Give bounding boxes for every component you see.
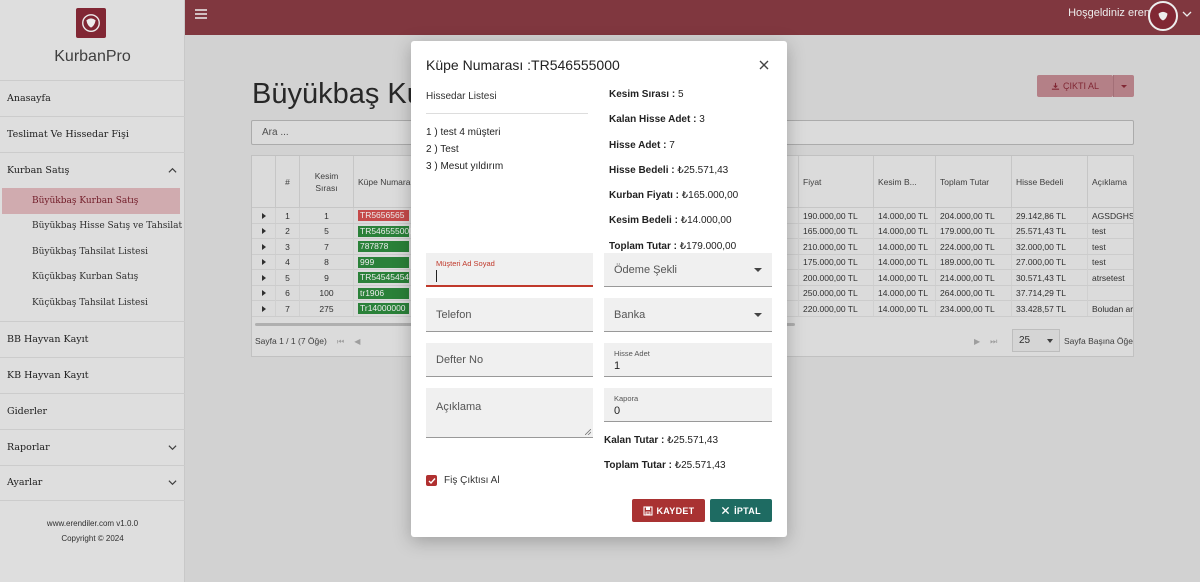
odeme-sekli-select[interactable]: Ödeme Şekli — [604, 253, 772, 287]
field-label: Müşteri Ad Soyad — [436, 259, 495, 268]
hissedar-list: 1 ) test 4 müşteri 2 ) Test 3 ) Mesut yı… — [426, 124, 503, 175]
telefon-input[interactable]: Telefon — [426, 298, 593, 332]
defter-no-input[interactable]: Defter No — [426, 343, 593, 377]
sum-label: Kalan Tutar : — [604, 435, 665, 446]
floppy-save-icon — [642, 505, 653, 516]
cancel-button[interactable]: İPTAL — [710, 499, 772, 522]
field-label: Hisse Adet — [614, 349, 650, 358]
kalan-tutar: Kalan Tutar : ₺25.571,43 — [604, 435, 718, 446]
save-button[interactable]: KAYDET — [632, 499, 705, 522]
field-label: Açıklama — [436, 401, 482, 413]
field-label: Kapora — [614, 394, 639, 403]
fis-checkbox[interactable] — [426, 475, 437, 486]
list-item: 2 ) Test — [426, 144, 459, 155]
info-label: Toplam Tutar : — [609, 240, 677, 252]
info-label: Kalan Hisse Adet : — [609, 114, 697, 126]
info-value: ₺165.000,00 — [681, 190, 739, 202]
field-label: Ödeme Şekli — [614, 264, 677, 276]
cancel-label: İPTAL — [734, 505, 761, 516]
info-value: 7 — [669, 139, 675, 151]
check-icon — [428, 477, 436, 484]
fis-checkbox-label[interactable]: Fiş Çıktısı Al — [444, 475, 500, 486]
info-hisse-bedeli: Hisse Bedeli : ₺25.571,43 — [609, 165, 738, 190]
modal-title: Küpe Numarası :TR546555000 — [426, 57, 620, 73]
field-value: 1 — [614, 360, 621, 372]
kurban-info: Kesim Sırası : 5 Kalan Hisse Adet : 3 Hi… — [609, 89, 738, 266]
sum-value: ₺25.571,43 — [667, 435, 719, 446]
field-label: Banka — [614, 309, 646, 321]
close-icon[interactable] — [757, 58, 771, 72]
info-value: 5 — [677, 89, 684, 100]
hisse-adet-input[interactable]: Hisse Adet 1 — [604, 343, 772, 377]
divider — [426, 113, 588, 114]
info-value: ₺179.000,00 — [679, 240, 737, 252]
info-value: 3 — [699, 114, 705, 126]
info-hisse-adet: Hisse Adet : 7 — [609, 140, 738, 165]
aciklama-textarea[interactable]: Açıklama — [426, 388, 593, 438]
list-item: 3 ) Mesut yıldırım — [426, 161, 504, 172]
sum-value: ₺25.571,43 — [674, 460, 726, 471]
close-icon — [721, 506, 730, 515]
info-value: ₺14.000,00 — [680, 215, 732, 227]
text-cursor — [436, 270, 437, 282]
info-kurban-fiyati: Kurban Fiyatı : ₺165.000,00 — [609, 190, 738, 215]
field-label: Telefon — [436, 309, 472, 321]
info-kesim-sirasi: Kesim Sırası : 5 — [609, 89, 738, 114]
info-label: Kurban Fiyatı : — [609, 190, 680, 202]
hissedar-list-label: Hissedar Listesi — [426, 91, 497, 102]
banka-select[interactable]: Banka — [604, 298, 772, 332]
info-value: ₺25.571,43 — [677, 164, 729, 176]
caret-down-icon — [754, 313, 762, 317]
info-label: Kesim Bedeli : — [609, 215, 678, 227]
hissedar-modal: Küpe Numarası :TR546555000 Hissedar List… — [411, 41, 787, 537]
musteri-name-input[interactable]: Müşteri Ad Soyad — [426, 253, 593, 287]
resize-handle-icon[interactable] — [585, 429, 591, 435]
info-label: Kesim Sırası : — [609, 89, 676, 100]
list-item: 1 ) test 4 müşteri — [426, 127, 501, 138]
info-label: Hisse Adet : — [609, 139, 667, 151]
caret-down-icon — [754, 268, 762, 272]
toplam-tutar: Toplam Tutar : ₺25.571,43 — [604, 460, 726, 471]
save-label: KAYDET — [656, 505, 695, 516]
field-label: Defter No — [436, 354, 484, 366]
kapora-input[interactable]: Kapora 0 — [604, 388, 772, 422]
info-label: Hisse Bedeli : — [609, 164, 675, 176]
field-value: 0 — [614, 405, 621, 417]
info-kesim-bedeli: Kesim Bedeli : ₺14.000,00 — [609, 215, 738, 240]
info-kalan-hisse: Kalan Hisse Adet : 3 — [609, 114, 738, 139]
sum-label: Toplam Tutar : — [604, 460, 672, 471]
